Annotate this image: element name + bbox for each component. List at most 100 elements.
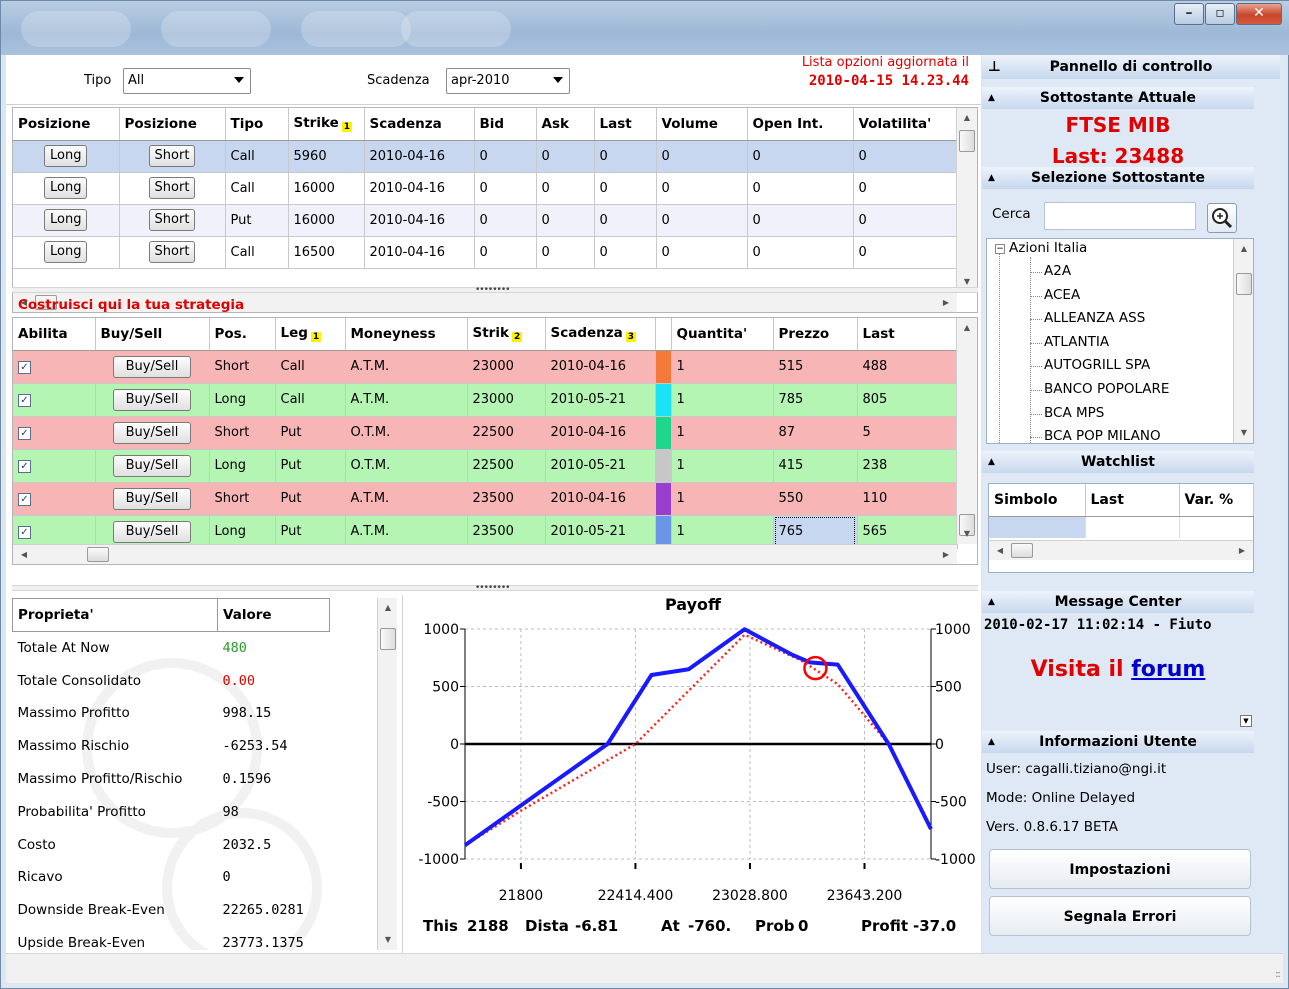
long-button[interactable]: Long	[44, 241, 88, 263]
property-row[interactable]: Probabilita' Profitto 98	[13, 795, 378, 828]
col-simbolo[interactable]: Simbolo	[989, 484, 1086, 517]
tree-item[interactable]: BANCO POPOLARE	[1044, 381, 1169, 397]
leg-color-swatch[interactable]	[655, 350, 672, 384]
col-prezzo[interactable]: Prezzo	[773, 318, 858, 351]
search-input[interactable]	[1044, 202, 1196, 230]
scroll-left-icon[interactable]: ◀	[15, 545, 33, 564]
col-ask[interactable]: Ask	[536, 108, 595, 141]
abilita-checkbox[interactable]: ✓	[18, 361, 31, 374]
property-row[interactable]: Costo 2032.5	[13, 828, 378, 861]
cell-prezzo[interactable]: 515	[773, 350, 858, 384]
col-color[interactable]	[655, 318, 672, 351]
scroll-thumb[interactable]	[1236, 273, 1252, 295]
col-scadenza[interactable]: Scadenza	[364, 108, 475, 141]
col-leg[interactable]: Leg 1	[275, 318, 346, 351]
col-proprieta[interactable]: Proprieta'	[12, 598, 218, 632]
short-button[interactable]: Short	[148, 209, 196, 231]
col-volume[interactable]: Volume	[656, 108, 748, 141]
tree-item[interactable]: BCA MPS	[1044, 405, 1104, 421]
leg-color-swatch[interactable]	[655, 416, 672, 450]
scadenza-select[interactable]: apr-2010	[446, 68, 570, 94]
scroll-up-icon[interactable]: ▲	[957, 108, 977, 128]
minimize-button[interactable]: –	[1174, 3, 1204, 25]
long-button[interactable]: Long	[44, 177, 88, 199]
abilita-checkbox[interactable]: ✓	[18, 460, 31, 473]
cell-abilita[interactable]: ✓	[13, 416, 96, 450]
scroll-down-icon[interactable]: ▼	[957, 524, 977, 544]
col-scadenza[interactable]: Scadenza 3	[545, 318, 656, 351]
col-strike[interactable]: Strike 1	[288, 108, 365, 141]
property-row[interactable]: Massimo Profitto/Rischio 0.1596	[13, 763, 378, 796]
scroll-up-icon[interactable]: ▲	[378, 598, 397, 618]
long-button[interactable]: Long	[44, 209, 88, 231]
buy-sell-button[interactable]: Buy/Sell	[112, 355, 192, 378]
col-bid[interactable]: Bid	[474, 108, 537, 141]
scroll-down-icon[interactable]: ▼	[1234, 423, 1253, 443]
property-row[interactable]: Upside Break-Even 23773.1375	[13, 927, 378, 950]
expand-icon[interactable]: ▼	[1240, 715, 1252, 727]
tree-item[interactable]: AUTOGRILL SPA	[1044, 357, 1150, 373]
cell-prezzo[interactable]: 415	[773, 449, 858, 483]
collapse-icon[interactable]: ▲	[988, 87, 995, 109]
col-moneyness[interactable]: Moneyness	[345, 318, 468, 351]
strategy-row[interactable]: ✓ Buy/Sell Short Put O.T.M. 22500 2010-04-16 1 8…	[13, 416, 958, 450]
payoff-chart-svg[interactable]: 1000 500 0 -500 -1000 1000 500 0 -500 -1000 2180…	[403, 595, 981, 953]
property-row[interactable]: Downside Break-Even 22265.0281	[13, 894, 378, 927]
report-errors-button[interactable]: Segnala Errori	[989, 896, 1251, 936]
col-posizione-long[interactable]: Posizione	[13, 108, 120, 141]
resize-grip-icon[interactable]: :::	[1275, 969, 1281, 980]
scroll-left-icon[interactable]: ◀	[991, 541, 1009, 560]
tree-item[interactable]: ALLEANZA ASS	[1044, 310, 1145, 326]
cell-quantita[interactable]: 1	[671, 449, 774, 483]
close-button[interactable]: ✕	[1236, 3, 1282, 25]
collapse-icon[interactable]: ▲	[988, 591, 995, 613]
splitter-top[interactable]: ••••••••	[12, 285, 978, 295]
col-last[interactable]: Last	[857, 318, 958, 351]
col-last[interactable]: Last	[594, 108, 657, 141]
tree-item[interactable]: ATLANTIA	[1044, 334, 1109, 350]
search-button[interactable]	[1207, 203, 1237, 233]
options-row[interactable]: Long Short Call 16500 2010-04-16 0 0 0 0…	[13, 236, 958, 269]
strategy-vscrollbar[interactable]: ▲ ▼	[956, 318, 977, 544]
section-header-user[interactable]: ▲ Informazioni Utente	[982, 731, 1254, 753]
scroll-right-icon[interactable]: ▶	[1233, 541, 1251, 560]
section-header-messages[interactable]: ▲ Message Center	[982, 591, 1254, 613]
scroll-thumb[interactable]	[380, 628, 396, 650]
scroll-down-icon[interactable]: ▼	[378, 930, 397, 950]
section-header-sottostante[interactable]: ▲ Sottostante Attuale	[982, 87, 1254, 109]
scroll-right-icon[interactable]: ▶	[937, 545, 955, 564]
watchlist-cell[interactable]	[1085, 516, 1180, 538]
tree-vscrollbar[interactable]: ▲ ▼	[1233, 239, 1253, 443]
cell-quantita[interactable]: 1	[671, 482, 774, 516]
tipo-select[interactable]: All	[123, 68, 251, 94]
options-row[interactable]: Long Short Call 5960 2010-04-16 0 0 0 0 …	[13, 140, 958, 173]
col-abilita[interactable]: Abilita	[13, 318, 96, 351]
cell-prezzo[interactable]: 87	[773, 416, 858, 450]
short-button[interactable]: Short	[148, 241, 196, 263]
strategy-row[interactable]: ✓ Buy/Sell Long Put O.T.M. 22500 2010-05-21 1 41…	[13, 449, 958, 483]
section-header-selezione[interactable]: ▲ Selezione Sottostante	[982, 167, 1254, 189]
cell-quantita[interactable]: 1	[671, 383, 774, 417]
watchlist-cell[interactable]	[989, 516, 1086, 538]
col-volatilita[interactable]: Volatilita'	[853, 108, 958, 141]
col-tipo[interactable]: Tipo	[225, 108, 289, 141]
collapse-icon[interactable]: ▲	[988, 167, 995, 189]
col-pos[interactable]: Pos.	[209, 318, 276, 351]
scroll-thumb[interactable]	[87, 547, 109, 562]
strategy-row[interactable]: ✓ Buy/Sell Short Put A.T.M. 23500 2010-04-16 1 5…	[13, 482, 958, 516]
col-posizione-short[interactable]: Posizione	[119, 108, 226, 141]
tree-collapse-icon[interactable]: −	[995, 244, 1005, 254]
strategy-hscrollbar[interactable]: ◀ ▶	[13, 544, 957, 564]
tree-item[interactable]: A2A	[1044, 263, 1071, 279]
scroll-thumb[interactable]	[1011, 543, 1033, 558]
collapse-icon[interactable]: ▲	[988, 731, 995, 753]
cell-abilita[interactable]: ✓	[13, 482, 96, 516]
leg-color-swatch[interactable]	[655, 482, 672, 516]
forum-link[interactable]: forum	[1131, 657, 1205, 682]
section-header-watchlist[interactable]: ▲ Watchlist	[982, 451, 1254, 473]
payoff-chart[interactable]: 1000 500 0 -500 -1000 1000 500 0 -500 -1000 2180…	[402, 595, 980, 953]
scroll-up-icon[interactable]: ▲	[957, 318, 977, 338]
abilita-checkbox[interactable]: ✓	[18, 427, 31, 440]
collapse-icon[interactable]: ▲	[988, 451, 995, 473]
splitter-bottom[interactable]: ••••••••	[12, 583, 978, 593]
